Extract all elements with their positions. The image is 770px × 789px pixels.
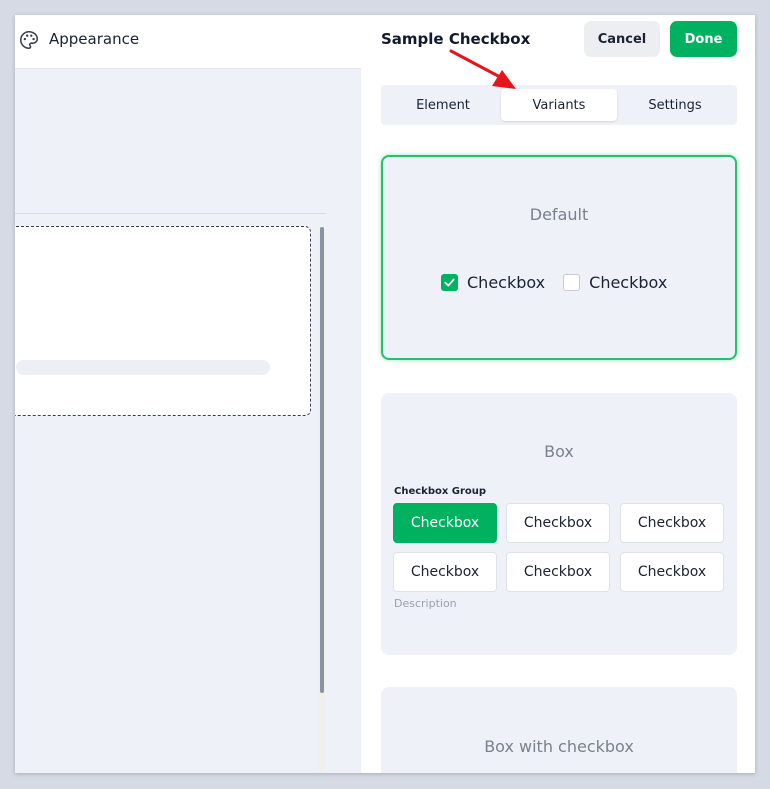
palette-icon[interactable] <box>18 29 40 51</box>
variant-card-box[interactable]: Box Checkbox Group Checkbox Checkbox Che… <box>381 393 737 655</box>
variant-title: Box <box>544 442 574 461</box>
tab-bar: Element Variants Settings <box>381 85 737 125</box>
box-option[interactable]: Checkbox <box>506 503 610 543</box>
checkbox-checked[interactable] <box>441 274 458 291</box>
box-option[interactable]: Checkbox <box>620 503 724 543</box>
checkbox-label: Checkbox <box>467 273 546 292</box>
variant-title: Box with checkbox <box>484 737 634 756</box>
panel-title: Sample Checkbox <box>381 30 531 48</box>
selected-element-outline[interactable] <box>15 226 311 416</box>
variant-title: Default <box>529 205 589 224</box>
tab-settings[interactable]: Settings <box>617 89 733 121</box>
variant-card-default[interactable]: Default Checkbox Checkbox <box>381 155 737 360</box>
done-button[interactable]: Done <box>670 21 737 57</box>
box-option[interactable]: Checkbox <box>620 552 724 592</box>
checkbox-label: Checkbox <box>589 273 668 292</box>
description-text: Description <box>394 597 457 610</box>
properties-panel: Sample Checkbox Cancel Done Element Vari… <box>361 15 755 773</box>
box-option[interactable]: Checkbox <box>506 552 610 592</box>
annotation-arrow-icon <box>449 49 516 89</box>
checkmark-icon <box>444 278 455 287</box>
box-option[interactable]: Checkbox <box>393 503 497 543</box>
checkbox-preview-row: Checkbox Checkbox <box>441 273 667 292</box>
box-option[interactable]: Checkbox <box>393 552 497 592</box>
checkbox-group-label: Checkbox Group <box>394 486 487 497</box>
placeholder-bar <box>16 360 270 375</box>
checkbox-unchecked[interactable] <box>563 274 581 291</box>
app-frame: Appearance Sample Checkbox Cancel Done E… <box>15 15 755 773</box>
canvas-scrollbar-thumb[interactable] <box>320 227 324 693</box>
cancel-button[interactable]: Cancel <box>584 21 660 57</box>
variant-card-box-with-checkbox[interactable]: Box with checkbox <box>381 687 737 773</box>
editor-panel: Appearance <box>15 15 361 773</box>
editor-header: Appearance <box>15 15 361 69</box>
canvas-divider <box>15 213 326 214</box>
editor-canvas <box>15 69 361 773</box>
editor-title: Appearance <box>49 30 140 48</box>
